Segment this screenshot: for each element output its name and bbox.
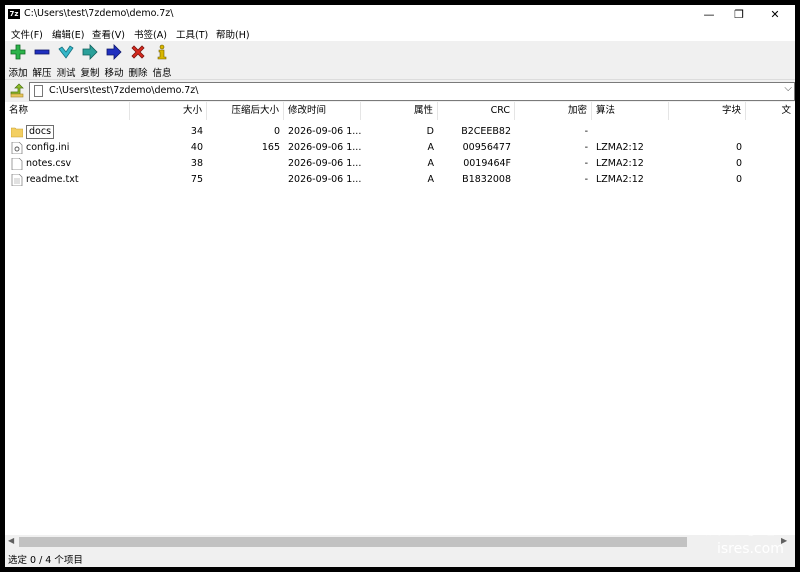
list-item[interactable]: readme.txt 75 2026-09-06 1... A B1832008… [5, 172, 795, 188]
delete-x-icon [131, 45, 145, 59]
toolbar: 添加 解压 测试 复制 移动 删除 信息 [5, 41, 795, 80]
col-name[interactable]: 名称 [5, 102, 130, 120]
col-size[interactable]: 大小 [130, 102, 207, 120]
plus-icon [10, 44, 26, 60]
file-method: LZMA2:12 [596, 142, 644, 153]
col-extra[interactable]: 文 [746, 102, 795, 120]
file-crc: B1832008 [462, 174, 511, 185]
file-attributes: A [427, 158, 435, 169]
file-encrypted: - [584, 142, 588, 153]
file-modified: 2026-09-06 1... [288, 126, 361, 137]
file-packed-size: 0 [273, 126, 280, 137]
file-name: notes.csv [26, 158, 72, 169]
file-block: 0 [735, 158, 742, 169]
file-encrypted: - [584, 158, 588, 169]
maximize-button[interactable]: ❐ [721, 5, 757, 25]
file-size: 38 [190, 158, 203, 169]
app-icon: 7z [8, 9, 20, 19]
menu-help[interactable]: 帮助(H) [216, 27, 250, 41]
file-modified: 2026-09-06 1... [288, 158, 361, 169]
file-name: readme.txt [26, 174, 79, 185]
status-text: 选定 0 / 4 个项目 [8, 555, 83, 566]
list-item[interactable]: config.ini 40 165 2026-09-06 1... A 0095… [5, 140, 795, 156]
check-icon [58, 45, 74, 59]
file-packed-size [207, 156, 284, 172]
move-arrow-icon [106, 44, 122, 60]
col-attributes[interactable]: 属性 [361, 102, 438, 120]
col-block[interactable]: 字块 [669, 102, 746, 120]
menu-tools[interactable]: 工具(T) [176, 27, 208, 41]
address-path: C:\Users\test\7zdemo\demo.7z\ [49, 85, 199, 96]
menu-view[interactable]: 查看(V) [92, 27, 125, 41]
file-method: LZMA2:12 [596, 174, 644, 185]
file-modified: 2026-09-06 1... [288, 174, 361, 185]
status-bar: 选定 0 / 4 个项目 [5, 549, 795, 567]
file-attributes: A [427, 142, 435, 153]
col-crc[interactable]: CRC [438, 102, 515, 120]
archive-file-icon [34, 85, 43, 97]
file-encrypted: - [584, 174, 588, 185]
address-bar: C:\Users\test\7zdemo\demo.7z\ ⌵ [5, 80, 795, 102]
file-list: 名称 大小 压缩后大小 修改时间 属性 CRC 加密 算法 字块 文 docs … [5, 102, 795, 535]
list-item[interactable]: docs 34 0 2026-09-06 1... D B2CEEB82 - [5, 124, 795, 140]
menu-file[interactable]: 文件(F) [11, 27, 43, 41]
file-method: LZMA2:12 [596, 158, 644, 169]
chevron-down-icon[interactable]: ⌵ [784, 83, 792, 94]
address-field[interactable]: C:\Users\test\7zdemo\demo.7z\ ⌵ [29, 82, 795, 101]
file-name: docs [26, 125, 55, 139]
file-block: 0 [735, 142, 742, 153]
info-icon [157, 44, 167, 60]
file-size: 75 [190, 174, 203, 185]
file-modified: 2026-09-06 1... [288, 142, 361, 153]
file-block [669, 124, 746, 140]
menu-bookmarks[interactable]: 书签(A) [134, 27, 167, 41]
scrollbar-thumb[interactable] [19, 537, 687, 547]
folder-up-icon[interactable] [9, 83, 25, 99]
col-encrypted[interactable]: 加密 [515, 102, 592, 120]
col-packed-size[interactable]: 压缩后大小 [207, 102, 284, 120]
col-modified[interactable]: 修改时间 [284, 102, 361, 120]
file-attributes: A [427, 174, 435, 185]
minus-icon [34, 49, 50, 55]
col-method[interactable]: 算法 [592, 102, 669, 120]
copy-arrow-icon [82, 44, 98, 60]
window-title: C:\Users\test\7zdemo\demo.7z\ [24, 8, 174, 19]
file-crc: 0019464F [463, 158, 511, 169]
menu-bar: 文件(F) 编辑(E) 查看(V) 书签(A) 工具(T) 帮助(H) [5, 25, 795, 41]
info-button[interactable]: 信息 [150, 44, 174, 79]
info-label: 信息 [152, 68, 172, 79]
file-method [592, 124, 669, 140]
file-size: 34 [190, 126, 203, 137]
file-packed-size: 165 [261, 142, 280, 153]
horizontal-scrollbar[interactable]: ◀ ▶ [5, 535, 795, 549]
list-item[interactable]: notes.csv 38 2026-09-06 1... A 0019464F … [5, 156, 795, 172]
column-header: 名称 大小 压缩后大小 修改时间 属性 CRC 加密 算法 字块 文 [5, 102, 795, 120]
app-window: 7z C:\Users\test\7zdemo\demo.7z\ — ❐ ✕ 文… [5, 5, 795, 567]
file-attributes: D [426, 126, 434, 137]
file-crc: B2CEEB82 [461, 126, 511, 137]
file-packed-size [207, 172, 284, 188]
file-crc: 00956477 [462, 142, 511, 153]
file-name: config.ini [26, 142, 70, 153]
scroll-left-icon[interactable]: ◀ [8, 536, 14, 545]
watermark-url: isres.com [717, 541, 784, 557]
watermark-text: 爱思考吧 [705, 519, 777, 539]
menu-edit[interactable]: 编辑(E) [52, 27, 84, 41]
close-button[interactable]: ✕ [757, 5, 793, 25]
file-size: 40 [190, 142, 203, 153]
file-encrypted: - [584, 126, 588, 137]
title-bar[interactable]: 7z C:\Users\test\7zdemo\demo.7z\ — ❐ ✕ [5, 5, 795, 25]
file-block: 0 [735, 174, 742, 185]
